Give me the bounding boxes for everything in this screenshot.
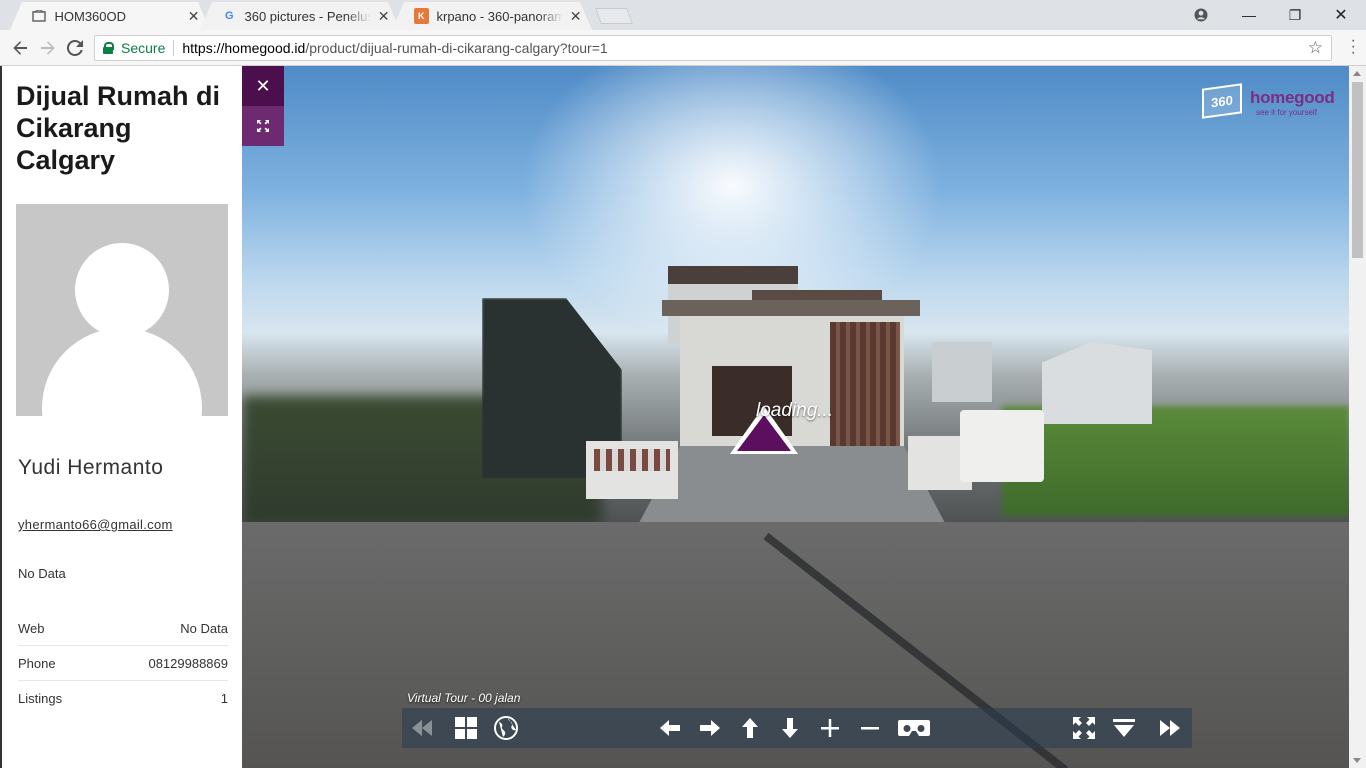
agent-name: Yudi Hermanto [18,456,164,479]
scene-main-house [662,266,922,496]
scroll-down-icon[interactable] [1353,758,1361,763]
info-value: No Data [180,620,228,636]
tab-strip: HOM360OD ✕ G 360 pictures - Penelusuran … [0,0,1366,30]
next-scene-icon[interactable] [1152,712,1188,744]
globe-icon[interactable] [490,712,522,744]
tab-google-search[interactable]: G 360 pictures - Penelusuran ✕ [200,2,400,30]
close-icon: ✕ [255,75,271,96]
url-host: https://homegood.id [182,40,306,56]
krpano-icon: K [414,8,429,24]
restore-icon[interactable]: ❐ [1272,0,1318,30]
scrollbar-thumb[interactable] [1352,82,1363,258]
fullscreen-icon[interactable] [1068,712,1100,744]
close-tab-icon[interactable]: ✕ [569,8,582,25]
scroll-up-icon[interactable] [1353,71,1361,76]
avatar [16,204,228,416]
reload-icon[interactable] [63,36,87,60]
bookmark-star-icon[interactable]: ☆ [1308,38,1323,58]
google-icon: G [224,10,234,22]
loading-indicator: loading... [728,398,858,458]
panorama-viewer[interactable]: ✕ 360 homegood see it for yourself loadi… [242,66,1349,768]
avatar-body-shape [42,328,202,416]
divider [173,40,175,56]
close-tab-icon[interactable]: ✕ [187,8,200,25]
pan-right-arrow-icon[interactable] [694,712,726,744]
info-value: 08129988869 [148,655,228,671]
avatar-head-shape [75,243,169,337]
tab-title: HOM360OD [54,8,127,24]
scene-house-right [1042,342,1152,424]
page-scrollbar[interactable] [1349,66,1366,768]
tab-hom360od[interactable]: HOM360OD ✕ [10,2,210,30]
info-value: 1 [220,691,228,706]
browser-menu-icon[interactable]: · · · [1351,33,1356,61]
zoom-in-icon[interactable] [814,712,846,744]
logo-brand: homegood [1250,88,1335,107]
tab-krpano[interactable]: K krpano - 360-panorama- ✕ [392,2,592,30]
previous-scene-icon[interactable] [406,712,438,744]
close-tour-button[interactable]: ✕ [242,66,284,106]
homegood-logo: 360 homegood see it for yourself [1202,83,1335,120]
pan-up-arrow-icon[interactable] [734,712,766,744]
scene-fence-left [586,441,678,499]
info-row-listings: Listings 1 [18,681,228,716]
loading-text: loading... [756,400,834,421]
pan-left-arrow-icon[interactable] [654,712,686,744]
close-tab-icon[interactable]: ✕ [377,8,390,25]
logo-mark: 360 [1202,83,1242,119]
tab-title: 360 pictures - Penelusuran [244,8,372,24]
expand-tour-button[interactable] [242,106,284,146]
expand-icon [257,120,269,132]
info-row-phone: Phone 08129988869 [18,646,228,681]
url-path: /product/dijual-rumah-di-cikarang-calgar… [305,40,608,56]
page-title: Dijual Rumah di Cikarang Calgary [16,81,221,175]
secure-label: Secure [121,40,166,56]
tour-control-bar [402,708,1192,748]
forward-arrow-icon[interactable] [36,36,60,60]
back-arrow-icon[interactable] [8,36,32,60]
pan-down-arrow-icon[interactable] [774,712,806,744]
new-tab-button[interactable] [595,8,633,24]
info-label: Web [18,620,45,636]
zoom-out-icon[interactable] [854,712,886,744]
agent-nodata: No Data [18,566,66,581]
tour-caption: Virtual Tour - 00 jalan [407,691,521,705]
hide-controls-icon[interactable] [1108,712,1140,744]
info-label: Listings [18,691,63,706]
profile-icon[interactable] [1178,0,1224,30]
address-bar[interactable]: Secure https://homegood.id/product/dijua… [94,35,1332,61]
page-icon [32,8,47,24]
minimize-icon[interactable]: — [1226,0,1272,30]
listing-sidebar: Dijual Rumah di Cikarang Calgary Yudi He… [0,66,242,768]
logo-tagline: see it for yourself [1256,108,1317,117]
thumbnails-grid-icon[interactable] [450,712,482,744]
scene-house-far [932,342,992,402]
browser-toolbar: Secure https://homegood.id/product/dijua… [0,30,1366,66]
lock-icon [103,42,114,54]
vr-headset-icon[interactable] [894,712,934,744]
info-row-web: Web No Data [18,611,228,646]
agent-email-link[interactable]: yhermanto66@gmail.com [18,517,173,532]
tab-title: krpano - 360-panorama- [436,8,564,24]
close-window-icon[interactable]: ✕ [1318,0,1364,30]
info-label: Phone [18,655,56,671]
scene-meter-box [960,410,1044,482]
